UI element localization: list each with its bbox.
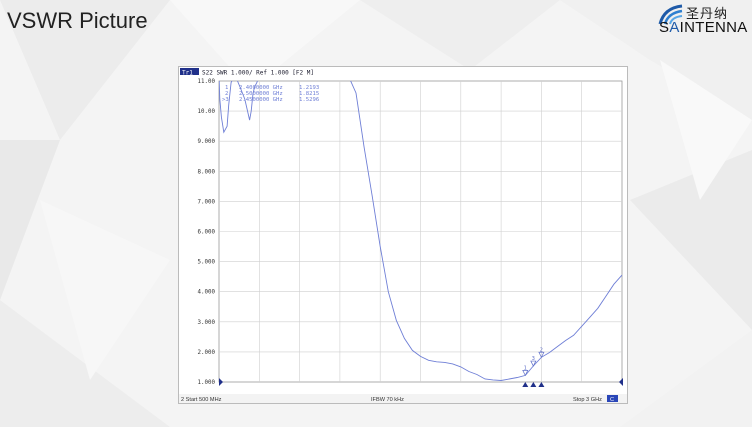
footer-ifbw: IFBW 70 kHz (371, 397, 404, 403)
vna-screenshot: Tr1 S22 SWR 1.000/ Ref 1.000 [F2 M] 11.0… (178, 66, 628, 404)
y-tick-label: 1.000 (198, 380, 216, 386)
y-tick-label: 9.000 (198, 139, 216, 145)
marker-1-label: 1 (524, 365, 527, 371)
marker-2-label: 2 (540, 347, 543, 353)
slide-title: VSWR Picture (7, 8, 148, 33)
logo-english-text: SAINTENNA (659, 19, 748, 36)
y-tick-label: 11.00 (198, 79, 216, 85)
marker-3-label: 3 (532, 356, 535, 362)
y-tick-label: 3.000 (198, 320, 216, 326)
marker-2-axis-pointer (538, 382, 545, 387)
y-tick-label: 6.000 (198, 230, 216, 236)
y-axis-labels: 11.00 10.00 9.000 8.000 7.000 6.000 5.000 4.000… (198, 79, 216, 386)
footer-badge: C (610, 397, 614, 403)
brand-logo: 圣丹纳 SAINTENNA (656, 2, 748, 38)
y-tick-label: 4.000 (198, 290, 216, 296)
footer-start: 2 Start 500 MHz (181, 397, 222, 403)
y-tick-label: 2.000 (198, 350, 216, 356)
y-tick-label: 10.00 (198, 109, 216, 115)
marker-3-id: >3 (222, 97, 229, 103)
y-tick-label: 5.000 (198, 260, 216, 266)
vswr-chart: Tr1 S22 SWR 1.000/ Ref 1.000 [F2 M] 11.0… (179, 67, 627, 403)
footer-stop: Stop 3 GHz (573, 397, 602, 403)
marker-3-freq: 2.4500000 GHz (239, 97, 283, 103)
trace-header: S22 SWR 1.000/ Ref 1.000 [F2 M] (202, 69, 314, 76)
marker-3-axis-pointer (530, 382, 537, 387)
marker-1-axis-pointer (522, 382, 529, 387)
y-tick-label: 8.000 (198, 169, 216, 175)
trace-tag: Tr1 (182, 69, 193, 76)
marker-3-value: 1.5296 (299, 97, 319, 103)
y-tick-label: 7.000 (198, 199, 216, 205)
chart-grid (218, 80, 623, 383)
